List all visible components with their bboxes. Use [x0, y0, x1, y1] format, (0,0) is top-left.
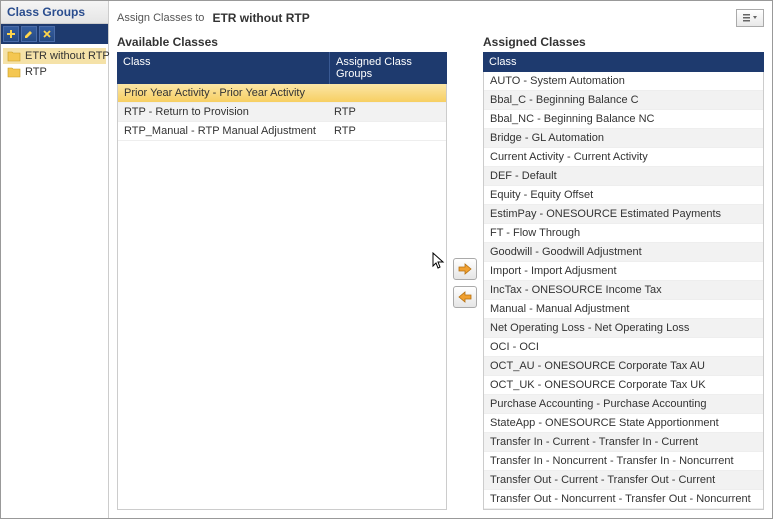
assigned-table-body: AUTO - System AutomationBbal_C - Beginni… — [483, 72, 764, 510]
move-left-button[interactable] — [453, 286, 477, 308]
table-row[interactable]: EstimPay - ONESOURCE Estimated Payments — [484, 205, 763, 224]
cell-class: Bridge - GL Automation — [484, 129, 763, 147]
table-row[interactable]: Bbal_C - Beginning Balance C — [484, 91, 763, 110]
cell-class: Equity - Equity Offset — [484, 186, 763, 204]
table-row[interactable]: Transfer In - Noncurrent - Transfer In -… — [484, 452, 763, 471]
sidebar-toolbar — [1, 24, 108, 44]
table-row[interactable]: Current Activity - Current Activity — [484, 148, 763, 167]
available-col-group[interactable]: Assigned Class Groups — [329, 52, 447, 84]
x-icon — [42, 29, 52, 39]
table-row[interactable]: UPTBI - Pre-Tax Book Income — [484, 509, 763, 510]
table-row[interactable]: Transfer Out - Current - Transfer Out - … — [484, 471, 763, 490]
table-row[interactable]: Manual - Manual Adjustment — [484, 300, 763, 319]
cell-class: AUTO - System Automation — [484, 72, 763, 90]
available-panel: Available Classes Class Assigned Class G… — [117, 35, 447, 510]
plus-icon — [6, 29, 16, 39]
cell-class: IncTax - ONESOURCE Income Tax — [484, 281, 763, 299]
cell-class: Net Operating Loss - Net Operating Loss — [484, 319, 763, 337]
table-row[interactable]: Bbal_NC - Beginning Balance NC — [484, 110, 763, 129]
table-row[interactable]: RTP_Manual - RTP Manual AdjustmentRTP — [118, 122, 446, 141]
delete-button[interactable] — [39, 26, 55, 42]
table-row[interactable]: Goodwill - Goodwill Adjustment — [484, 243, 763, 262]
table-row[interactable]: Bridge - GL Automation — [484, 129, 763, 148]
sidebar: Class Groups ETR without RTP RTP — [1, 1, 109, 518]
table-row[interactable]: Prior Year Activity - Prior Year Activit… — [118, 84, 446, 103]
cell-class: StateApp - ONESOURCE State Apportionment — [484, 414, 763, 432]
move-right-button[interactable] — [453, 258, 477, 280]
cell-class: UPTBI - Pre-Tax Book Income — [484, 509, 763, 510]
assigned-header-row: Class — [483, 52, 764, 72]
cell-group: RTP — [328, 103, 446, 121]
table-row[interactable]: Transfer Out - Noncurrent - Transfer Out… — [484, 490, 763, 509]
cell-class: OCI - OCI — [484, 338, 763, 356]
table-row[interactable]: DEF - Default — [484, 167, 763, 186]
edit-button[interactable] — [21, 26, 37, 42]
cell-class: RTP_Manual - RTP Manual Adjustment — [118, 122, 328, 140]
table-row[interactable]: Purchase Accounting - Purchase Accountin… — [484, 395, 763, 414]
available-title: Available Classes — [117, 35, 447, 49]
cell-class: Purchase Accounting - Purchase Accountin… — [484, 395, 763, 413]
tree-item-label: ETR without RTP — [25, 50, 110, 62]
cell-class: DEF - Default — [484, 167, 763, 185]
main-panel: Assign Classes to ETR without RTP Availa… — [109, 1, 772, 518]
table-row[interactable]: Import - Import Adjusment — [484, 262, 763, 281]
table-row[interactable]: Equity - Equity Offset — [484, 186, 763, 205]
cell-class: Transfer In - Noncurrent - Transfer In -… — [484, 452, 763, 470]
pencil-icon — [24, 29, 34, 39]
table-row[interactable]: AUTO - System Automation — [484, 72, 763, 91]
folder-icon — [7, 66, 21, 78]
cell-class: EstimPay - ONESOURCE Estimated Payments — [484, 205, 763, 223]
options-dropdown-button[interactable] — [736, 9, 764, 27]
available-header-row: Class Assigned Class Groups — [117, 52, 447, 84]
cell-group — [328, 84, 446, 102]
cell-class: FT - Flow Through — [484, 224, 763, 242]
cell-class: Prior Year Activity - Prior Year Activit… — [118, 84, 328, 102]
cell-group: RTP — [328, 122, 446, 140]
available-col-class[interactable]: Class — [117, 52, 329, 84]
table-row[interactable]: FT - Flow Through — [484, 224, 763, 243]
cell-class: Manual - Manual Adjustment — [484, 300, 763, 318]
table-row[interactable]: Net Operating Loss - Net Operating Loss — [484, 319, 763, 338]
available-table-body: Prior Year Activity - Prior Year Activit… — [117, 84, 447, 510]
assign-label: Assign Classes to — [117, 12, 204, 24]
cell-class: Bbal_C - Beginning Balance C — [484, 91, 763, 109]
list-chevron-icon — [742, 13, 758, 23]
table-row[interactable]: OCT_AU - ONESOURCE Corporate Tax AU — [484, 357, 763, 376]
cell-class: Transfer Out - Current - Transfer Out - … — [484, 471, 763, 489]
panels: Available Classes Class Assigned Class G… — [117, 35, 764, 510]
transfer-controls — [451, 35, 479, 510]
add-button[interactable] — [3, 26, 19, 42]
cell-class: OCT_UK - ONESOURCE Corporate Tax UK — [484, 376, 763, 394]
cell-class: Import - Import Adjusment — [484, 262, 763, 280]
sidebar-title: Class Groups — [1, 1, 108, 24]
cell-class: OCT_AU - ONESOURCE Corporate Tax AU — [484, 357, 763, 375]
cell-class: Transfer In - Current - Transfer In - Cu… — [484, 433, 763, 451]
tree-item-label: RTP — [25, 66, 47, 78]
cell-class: Goodwill - Goodwill Adjustment — [484, 243, 763, 261]
arrow-left-icon — [457, 290, 473, 304]
assign-header: Assign Classes to ETR without RTP — [117, 5, 764, 35]
assign-target: ETR without RTP — [212, 11, 309, 25]
table-row[interactable]: StateApp - ONESOURCE State Apportionment — [484, 414, 763, 433]
class-group-tree: ETR without RTP RTP — [1, 44, 108, 84]
table-row[interactable]: OCT_UK - ONESOURCE Corporate Tax UK — [484, 376, 763, 395]
table-row[interactable]: OCI - OCI — [484, 338, 763, 357]
assigned-col-class[interactable]: Class — [483, 52, 764, 72]
tree-item[interactable]: RTP — [3, 64, 106, 80]
table-row[interactable]: Transfer In - Current - Transfer In - Cu… — [484, 433, 763, 452]
folder-icon — [7, 50, 21, 62]
cell-class: RTP - Return to Provision — [118, 103, 328, 121]
cell-class: Transfer Out - Noncurrent - Transfer Out… — [484, 490, 763, 508]
arrow-right-icon — [457, 262, 473, 276]
cell-class: Current Activity - Current Activity — [484, 148, 763, 166]
table-row[interactable]: RTP - Return to ProvisionRTP — [118, 103, 446, 122]
table-row[interactable]: IncTax - ONESOURCE Income Tax — [484, 281, 763, 300]
app-root: Class Groups ETR without RTP RTP Assign C… — [1, 1, 772, 518]
tree-item[interactable]: ETR without RTP — [3, 48, 106, 64]
assigned-title: Assigned Classes — [483, 35, 764, 49]
cell-class: Bbal_NC - Beginning Balance NC — [484, 110, 763, 128]
assigned-panel: Assigned Classes Class AUTO - System Aut… — [483, 35, 764, 510]
